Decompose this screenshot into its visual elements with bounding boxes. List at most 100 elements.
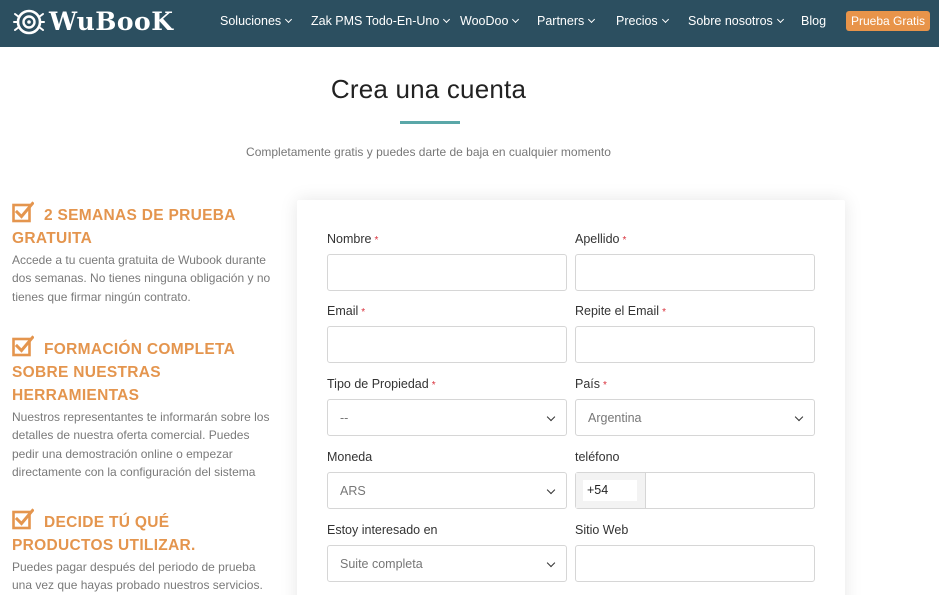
label-text: País: [575, 377, 601, 391]
feature-text-line: tienes que firmar ningún contrato.: [12, 289, 191, 304]
feature-text-line: Nuestros representantes te informarán so…: [12, 410, 270, 424]
repite-email-input[interactable]: [575, 326, 815, 363]
sitio-web-input[interactable]: [575, 545, 815, 582]
nav-sobre-nosotros[interactable]: Sobre nosotros: [688, 14, 784, 28]
title-divider: [400, 121, 460, 124]
country-code-input[interactable]: +54: [583, 480, 637, 501]
nav-label: WooDoo: [460, 14, 509, 28]
tipo-propiedad-select[interactable]: --: [327, 399, 567, 436]
signup-form-card: Nombre * Apellido * Email * Repite el Email…: [297, 200, 845, 595]
required-mark: *: [603, 380, 607, 391]
repite-email-label: Repite el Email *: [575, 304, 666, 318]
feature-trial: 2 SEMANAS DE PRUEBA GRATUITA Accede a tu…: [12, 201, 277, 306]
feature-text-line: directamente con la configuración del si…: [12, 464, 256, 479]
required-mark: *: [374, 235, 379, 246]
nav-label: Blog: [801, 14, 827, 28]
telefono-field: +54: [575, 472, 815, 509]
feature-text-line: dos semanas. No tienes ninguna obligació…: [12, 271, 271, 286]
feature-title-line: SOBRE NUESTRAS: [12, 364, 161, 381]
feature-text-line: Accede a tu cuenta gratuita de Wubook du…: [12, 253, 266, 267]
select-value: --: [340, 410, 349, 425]
prueba-gratis-button[interactable]: Prueba Gratis: [846, 11, 930, 31]
select-value: Suite completa: [340, 556, 423, 571]
feature-title-line: GRATUITA: [12, 230, 93, 247]
nav-woodoo[interactable]: WooDoo: [460, 14, 520, 28]
feature-description: Puedes pagar después del periodo de prue…: [12, 558, 277, 595]
chevron-down-icon: [285, 15, 293, 24]
feature-title-line: 2 SEMANAS DE PRUEBA: [44, 207, 236, 224]
nombre-input[interactable]: [327, 254, 567, 291]
pais-label: País *: [575, 377, 607, 391]
checkbox-icon: [12, 508, 34, 530]
feature-text-line: Puedes pagar después del periodo de prue…: [12, 560, 256, 574]
label-text: Repite el Email: [575, 304, 660, 318]
telefono-label: teléfono: [575, 450, 619, 464]
nav-label: Precios: [616, 14, 658, 28]
feature-description: Nuestros representantes te informarán so…: [12, 408, 277, 481]
top-navigation-bar: WuBooK Soluciones Zak PMS Todo-En-Uno Wo…: [0, 0, 939, 47]
chevron-down-icon: [661, 15, 669, 24]
select-value: ARS: [340, 483, 366, 498]
feature-title: DECIDE TÚ QUÉ PRODUCTOS UTILIZAR.: [12, 508, 277, 557]
apellido-label: Apellido *: [575, 232, 626, 246]
feature-text-line: pedir una demostración online o empezar: [12, 446, 233, 461]
feature-description: Accede a tu cuenta gratuita de Wubook du…: [12, 251, 277, 306]
chevron-down-icon: [546, 485, 556, 495]
country-code-box[interactable]: +54: [576, 473, 646, 508]
chevron-down-icon: [794, 412, 804, 422]
required-mark: *: [622, 235, 627, 246]
label-text: Apellido: [575, 232, 620, 246]
chevron-down-icon: [512, 15, 520, 24]
interes-label: Estoy interesado en: [327, 523, 438, 537]
nav-blog[interactable]: Blog: [801, 14, 826, 28]
label-text: Sitio Web: [575, 523, 629, 537]
nav-label: Sobre nosotros: [688, 14, 773, 28]
feature-title-line: HERRAMIENTAS: [12, 387, 140, 404]
chevron-down-icon: [588, 15, 596, 24]
required-mark: *: [361, 307, 366, 318]
moneda-select[interactable]: ARS: [327, 472, 567, 509]
label-text: Email: [327, 304, 359, 318]
feature-text-line: una vez que hayas probado nuestros servi…: [12, 578, 263, 593]
page-subtitle: Completamente gratis y puedes darte de b…: [246, 145, 611, 159]
select-value: Argentina: [588, 410, 642, 425]
pais-select[interactable]: Argentina: [575, 399, 815, 436]
label-text: Tipo de Propiedad: [327, 377, 429, 391]
required-mark: *: [431, 380, 436, 391]
required-mark: *: [662, 307, 666, 318]
chevron-down-icon: [443, 15, 451, 24]
email-label: Email *: [327, 304, 365, 318]
feature-title: 2 SEMANAS DE PRUEBA GRATUITA: [12, 201, 277, 250]
page-title: Crea una cuenta: [330, 74, 527, 104]
label-text: Moneda: [327, 450, 373, 464]
chevron-down-icon: [546, 558, 556, 568]
nav-label: Partners: [537, 14, 585, 28]
checkbox-icon: [12, 335, 34, 357]
label-text: teléfono: [575, 450, 620, 464]
nav-partners[interactable]: Partners: [537, 14, 596, 28]
feature-training: FORMACIÓN COMPLETA SOBRE NUESTRAS HERRAM…: [12, 335, 277, 481]
feature-title-line: DECIDE TÚ QUÉ: [44, 514, 170, 531]
sitio-web-label: Sitio Web: [575, 523, 628, 537]
email-input[interactable]: [327, 326, 567, 363]
nombre-label: Nombre *: [327, 232, 378, 246]
feature-text-line: detalles de nuestra oferta comercial. Pu…: [12, 428, 250, 443]
feature-title: FORMACIÓN COMPLETA SOBRE NUESTRAS HERRAM…: [12, 335, 277, 407]
nav-soluciones[interactable]: Soluciones: [220, 14, 293, 28]
moneda-label: Moneda: [327, 450, 372, 464]
interes-select[interactable]: Suite completa: [327, 545, 567, 582]
nav-label: Zak PMS Todo-En-Uno: [311, 14, 440, 28]
main-nav: Soluciones Zak PMS Todo-En-Uno WooDoo Pa…: [0, 0, 939, 47]
label-text: Nombre: [327, 232, 372, 246]
nav-label: Soluciones: [220, 14, 282, 28]
chevron-down-icon: [546, 412, 556, 422]
feature-title-line: PRODUCTOS UTILIZAR.: [12, 537, 196, 554]
nav-zak-pms[interactable]: Zak PMS Todo-En-Uno: [311, 14, 451, 28]
checkbox-icon: [12, 201, 34, 223]
apellido-input[interactable]: [575, 254, 815, 291]
label-text: Estoy interesado en: [327, 523, 438, 537]
feature-title-line: FORMACIÓN COMPLETA: [44, 341, 236, 358]
nav-precios[interactable]: Precios: [616, 14, 669, 28]
chevron-down-icon: [776, 15, 784, 24]
feature-choose-products: DECIDE TÚ QUÉ PRODUCTOS UTILIZAR. Puedes…: [12, 508, 277, 595]
